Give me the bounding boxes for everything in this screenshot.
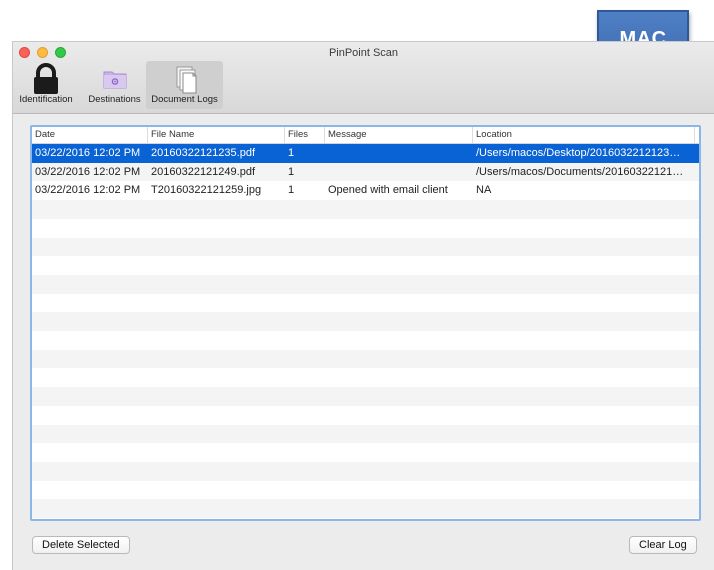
clear-log-button[interactable]: Clear Log bbox=[629, 536, 697, 554]
empty-table-row bbox=[32, 256, 699, 275]
column-header-date[interactable]: Date bbox=[32, 127, 148, 143]
cell-date: 03/22/2016 12:02 PM bbox=[35, 147, 141, 159]
empty-table-row bbox=[32, 200, 699, 219]
delete-selected-button[interactable]: Delete Selected bbox=[32, 536, 130, 554]
cell-message bbox=[325, 163, 473, 182]
cell-file-name: 20160322121235.pdf bbox=[151, 147, 255, 159]
empty-table-row bbox=[32, 461, 699, 481]
app-window: PinPoint Scan Identification Destination… bbox=[12, 41, 714, 570]
column-header-file-name[interactable]: File Name bbox=[148, 127, 285, 143]
empty-table-row bbox=[32, 294, 699, 313]
table-row[interactable]: 03/22/2016 12:02 PM T20160322121259.jpg 1 O… bbox=[32, 181, 699, 200]
cell-message bbox=[325, 144, 473, 163]
toolbar-item-identification[interactable]: Identification bbox=[13, 61, 79, 109]
cell-date: 03/22/2016 12:02 PM bbox=[35, 165, 141, 178]
empty-table-row bbox=[32, 219, 699, 238]
empty-table-row bbox=[32, 331, 699, 350]
table-row[interactable]: 03/22/2016 12:02 PM 20160322121249.pdf 1/U… bbox=[32, 162, 699, 182]
cell-file-name: 20160322121249.pdf bbox=[151, 165, 255, 178]
cell-location: /Users/macos/Desktop/2016032212123… bbox=[476, 147, 681, 159]
cell-files: 1 bbox=[288, 147, 295, 159]
empty-table-row bbox=[32, 406, 699, 425]
cell-location: /Users/macos/Documents/20160322121… bbox=[476, 165, 684, 178]
empty-table-row bbox=[32, 424, 699, 444]
toolbar-label-document-logs: Document Logs bbox=[151, 94, 218, 105]
toolbar-label-identification: Identification bbox=[19, 94, 73, 105]
empty-table-row bbox=[32, 481, 699, 500]
documents-icon bbox=[176, 66, 196, 94]
window-title: PinPoint Scan bbox=[328, 47, 399, 59]
empty-table-row bbox=[32, 274, 699, 294]
cell-location: NA bbox=[476, 184, 492, 197]
empty-table-row bbox=[32, 237, 699, 257]
cell-message: Opened with email client bbox=[328, 184, 448, 197]
table-header: Date File Name Files Message Location bbox=[32, 127, 699, 144]
cell-file-name: T20160322121259.jpg bbox=[151, 184, 262, 197]
empty-table-row bbox=[32, 443, 699, 462]
empty-table-row bbox=[32, 499, 699, 518]
document-log-table[interactable]: Date File Name Files Message Location 03… bbox=[30, 125, 701, 521]
table-row[interactable]: 03/22/2016 12:02 PM 20160322121235.pdf 1/U… bbox=[32, 144, 699, 163]
toolbar-label-destinations: Destinations bbox=[88, 94, 141, 105]
cell-files: 1 bbox=[288, 165, 295, 178]
toolbar-item-document-logs[interactable]: Document Logs bbox=[146, 61, 223, 109]
toolbar-item-destinations[interactable]: Destinations bbox=[82, 61, 147, 109]
lock-icon bbox=[34, 63, 58, 94]
cell-date: 03/22/2016 12:02 PM bbox=[35, 184, 141, 197]
column-header-files[interactable]: Files bbox=[285, 127, 325, 143]
cell-files: 1 bbox=[288, 184, 295, 197]
column-header-location[interactable]: Location bbox=[473, 127, 695, 143]
title-bar: PinPoint Scan Identification Destination… bbox=[13, 42, 714, 114]
folder-icon bbox=[103, 71, 126, 89]
empty-table-row bbox=[32, 387, 699, 406]
empty-table-row bbox=[32, 312, 699, 331]
empty-table-row bbox=[32, 368, 699, 387]
empty-table-row bbox=[32, 349, 699, 369]
column-header-message[interactable]: Message bbox=[325, 127, 473, 143]
